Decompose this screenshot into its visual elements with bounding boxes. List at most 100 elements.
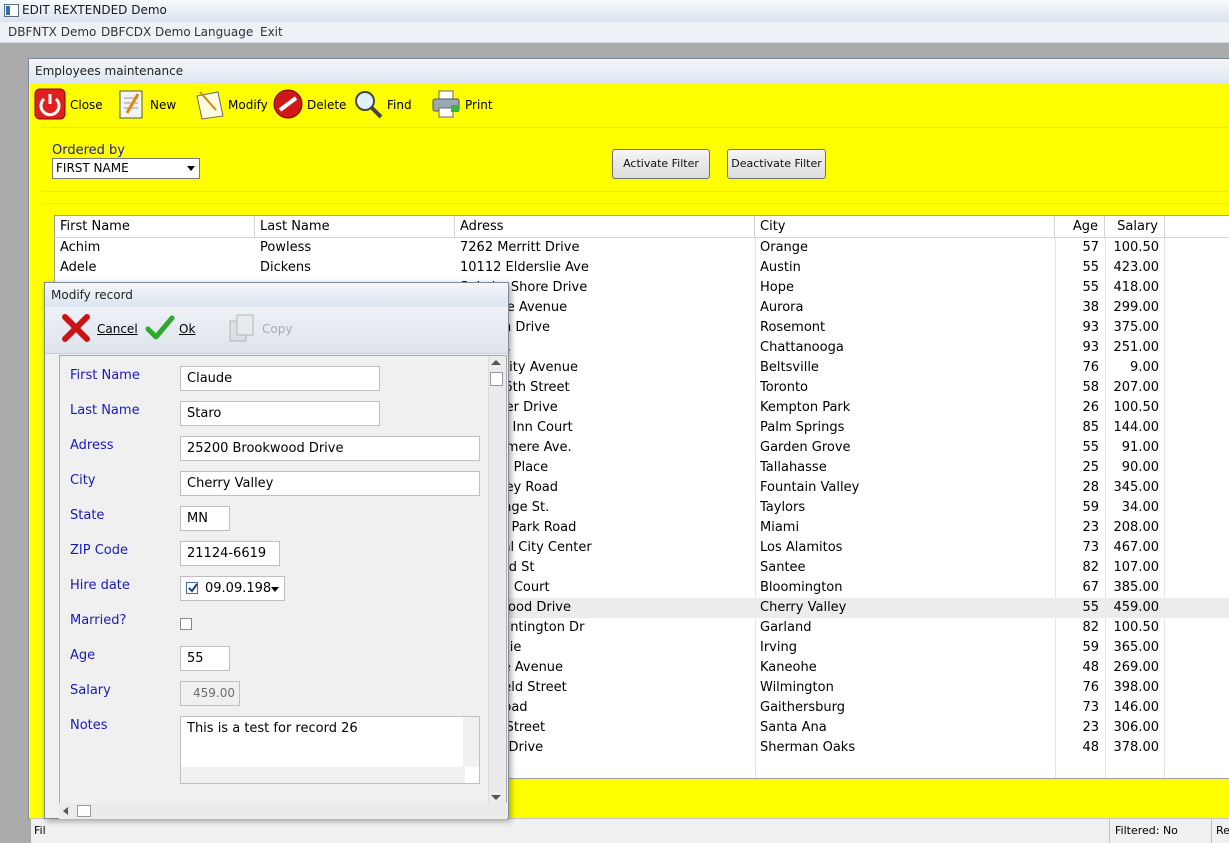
menu-exit[interactable]: Exit xyxy=(260,25,283,39)
city-field[interactable]: Cherry Valley xyxy=(180,471,480,496)
hire-date-picker[interactable]: 09.09.198 xyxy=(180,576,285,601)
table-cell: Irving xyxy=(760,640,797,655)
form-scrollbar[interactable] xyxy=(488,356,506,804)
column-header-first-name[interactable]: First Name xyxy=(55,216,255,238)
table-cell: 269.00 xyxy=(1113,660,1160,675)
table-row[interactable]: Adele Dickens 10112 Elderslie Ave Austin 55 4… xyxy=(55,258,1229,278)
form-hscrollbar[interactable] xyxy=(59,803,507,819)
table-cell: 100.50 xyxy=(1113,400,1160,415)
new-button[interactable]: New xyxy=(116,88,186,122)
city-label: City xyxy=(70,473,96,488)
table-cell: Bloomington xyxy=(760,580,843,595)
table-cell: Dickens xyxy=(260,260,311,275)
ordered-by-select[interactable]: FIRST NAME xyxy=(52,158,200,179)
magnifier-icon xyxy=(355,91,383,119)
notes-textarea[interactable]: This is a test for record 26 xyxy=(180,716,480,784)
state-field[interactable]: MN xyxy=(180,506,230,531)
table-cell: Austin xyxy=(760,260,801,275)
age-label: Age xyxy=(70,648,96,663)
table-cell: Kempton Park xyxy=(760,400,851,415)
notes-hscrollbar[interactable] xyxy=(181,767,465,783)
menu-language[interactable]: Language xyxy=(194,25,253,39)
table-cell: 7262 Merritt Drive xyxy=(460,240,580,255)
table-cell: Kaneohe xyxy=(760,660,817,675)
notes-label: Notes xyxy=(70,718,108,733)
column-header-last-name[interactable]: Last Name xyxy=(255,216,455,238)
first-name-field[interactable]: Claude xyxy=(180,366,380,391)
married-checkbox[interactable] xyxy=(180,618,192,630)
table-cell: Aurora xyxy=(760,300,804,315)
last-name-field[interactable]: Staro xyxy=(180,401,380,426)
app-icon xyxy=(4,4,19,17)
ok-button[interactable]: Ok xyxy=(145,313,199,345)
table-cell: 398.00 xyxy=(1113,680,1160,695)
column-header-age[interactable]: Age xyxy=(1055,216,1105,238)
print-button[interactable]: Print xyxy=(430,88,496,122)
hscroll-thumb[interactable] xyxy=(77,805,91,817)
married-label: Married? xyxy=(70,613,127,628)
table-cell: Beltsville xyxy=(760,360,819,375)
table-cell: 82 xyxy=(1082,560,1099,575)
age-field[interactable]: 55 xyxy=(180,646,230,671)
table-cell: 59 xyxy=(1082,640,1099,655)
zip-field[interactable]: 21124-6619 xyxy=(180,541,280,566)
table-cell: Rosemont xyxy=(760,320,826,335)
window-titlebar: EDIT REXTENDED Demo xyxy=(0,0,1229,22)
delete-button[interactable]: Delete xyxy=(272,88,348,122)
table-cell: 67 xyxy=(1082,580,1099,595)
copy-button[interactable]: Copy xyxy=(227,313,297,345)
zip-label: ZIP Code xyxy=(70,543,128,558)
table-cell: 423.00 xyxy=(1113,260,1160,275)
column-header-city[interactable]: City xyxy=(755,216,1055,238)
table-cell: Chattanooga xyxy=(760,340,844,355)
table-cell: 100.50 xyxy=(1113,240,1160,255)
table-cell: 28 xyxy=(1082,480,1099,495)
red-x-icon xyxy=(62,314,90,342)
hire-date-checkbox[interactable] xyxy=(186,582,198,594)
table-cell: 57 xyxy=(1082,240,1099,255)
table-cell: Orange xyxy=(760,240,809,255)
modify-record-titlebar: Modify record xyxy=(45,283,508,307)
table-cell: 207.00 xyxy=(1113,380,1160,395)
table-cell: 34.00 xyxy=(1121,500,1159,515)
table-cell: 23 xyxy=(1082,520,1099,535)
table-cell: Tallahasse xyxy=(760,460,827,475)
table-cell: 48 xyxy=(1082,660,1099,675)
adress-field[interactable]: 25200 Brookwood Drive xyxy=(180,436,480,461)
table-cell: Fountain Valley xyxy=(760,480,860,495)
column-header-salary[interactable]: Salary xyxy=(1105,216,1165,238)
table-cell: 26 xyxy=(1082,400,1099,415)
table-cell: 10112 Elderslie Ave xyxy=(460,260,589,275)
modify-record-dialog: Modify record Cancel Ok Copy First Name … xyxy=(44,282,509,819)
hire-date-label: Hire date xyxy=(70,578,130,593)
scroll-thumb[interactable] xyxy=(490,372,503,386)
status-filtered: Filtered: No xyxy=(1115,824,1178,837)
table-cell: 9.00 xyxy=(1130,360,1159,375)
table-cell: Powless xyxy=(260,240,312,255)
cancel-button[interactable]: Cancel xyxy=(61,313,139,345)
activate-filter-button[interactable]: Activate Filter xyxy=(612,149,710,179)
scroll-down-icon[interactable] xyxy=(491,795,501,800)
table-cell: 73 xyxy=(1082,540,1099,555)
scroll-up-icon[interactable] xyxy=(491,360,501,365)
close-button[interactable]: Close xyxy=(34,88,114,122)
modify-button[interactable]: Modify xyxy=(194,88,270,122)
deactivate-filter-button[interactable]: Deactivate Filter xyxy=(727,149,826,179)
menu-dbfntx[interactable]: DBFNTX Demo xyxy=(8,25,96,39)
modify-record-title: Modify record xyxy=(51,288,133,302)
toolbar-separator xyxy=(42,127,1229,128)
find-button[interactable]: Find xyxy=(352,88,414,122)
notes-scrollbar[interactable] xyxy=(463,717,479,767)
printer-icon xyxy=(432,90,460,118)
table-row[interactable]: Achim Powless 7262 Merritt Drive Orange 57 10… xyxy=(55,238,1229,258)
column-header-filler xyxy=(1165,216,1229,238)
table-cell: Los Alamitos xyxy=(760,540,843,555)
grid-top-separator xyxy=(42,203,1229,204)
menu-bar: DBFNTX Demo DBFCDX Demo Language Exit xyxy=(0,22,1229,43)
table-cell: 90.00 xyxy=(1121,460,1159,475)
menu-dbfcdx[interactable]: DBFCDX Demo xyxy=(101,25,191,39)
column-header-adress[interactable]: Adress xyxy=(455,216,755,238)
scroll-left-icon[interactable] xyxy=(63,807,68,815)
table-cell: Hope xyxy=(760,280,794,295)
salary-label: Salary xyxy=(70,683,111,698)
